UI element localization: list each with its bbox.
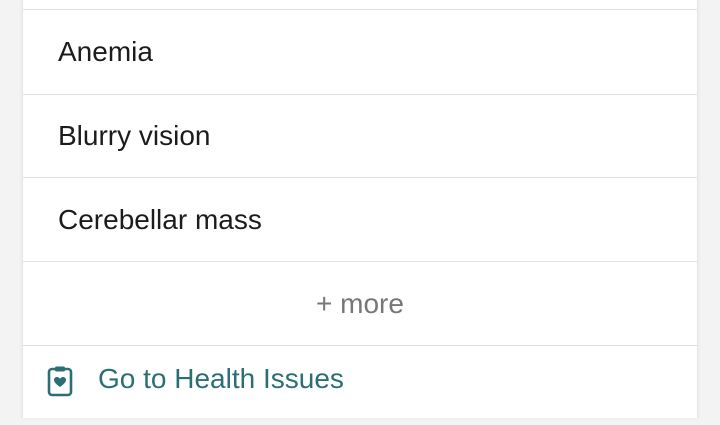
show-more-button[interactable]: + more: [23, 261, 697, 345]
clipboard-heart-icon: [47, 365, 73, 397]
go-to-health-issues-label: Go to Health Issues: [98, 363, 344, 394]
list-item-blurry-vision[interactable]: Blurry vision: [23, 94, 697, 178]
list-item-previous[interactable]: [23, 0, 697, 10]
go-to-health-issues-link[interactable]: Go to Health Issues: [23, 345, 697, 425]
list-item-label: Blurry vision: [58, 120, 211, 151]
list-item-anemia[interactable]: Anemia: [23, 10, 697, 94]
health-issues-card: Anemia Blurry vision Cerebellar mass + m…: [22, 0, 698, 418]
list-item-label: Anemia: [58, 36, 153, 67]
list-item-label: Cerebellar mass: [58, 204, 262, 235]
list-item-cerebellar-mass[interactable]: Cerebellar mass: [23, 177, 697, 261]
show-more-label: + more: [316, 288, 404, 319]
